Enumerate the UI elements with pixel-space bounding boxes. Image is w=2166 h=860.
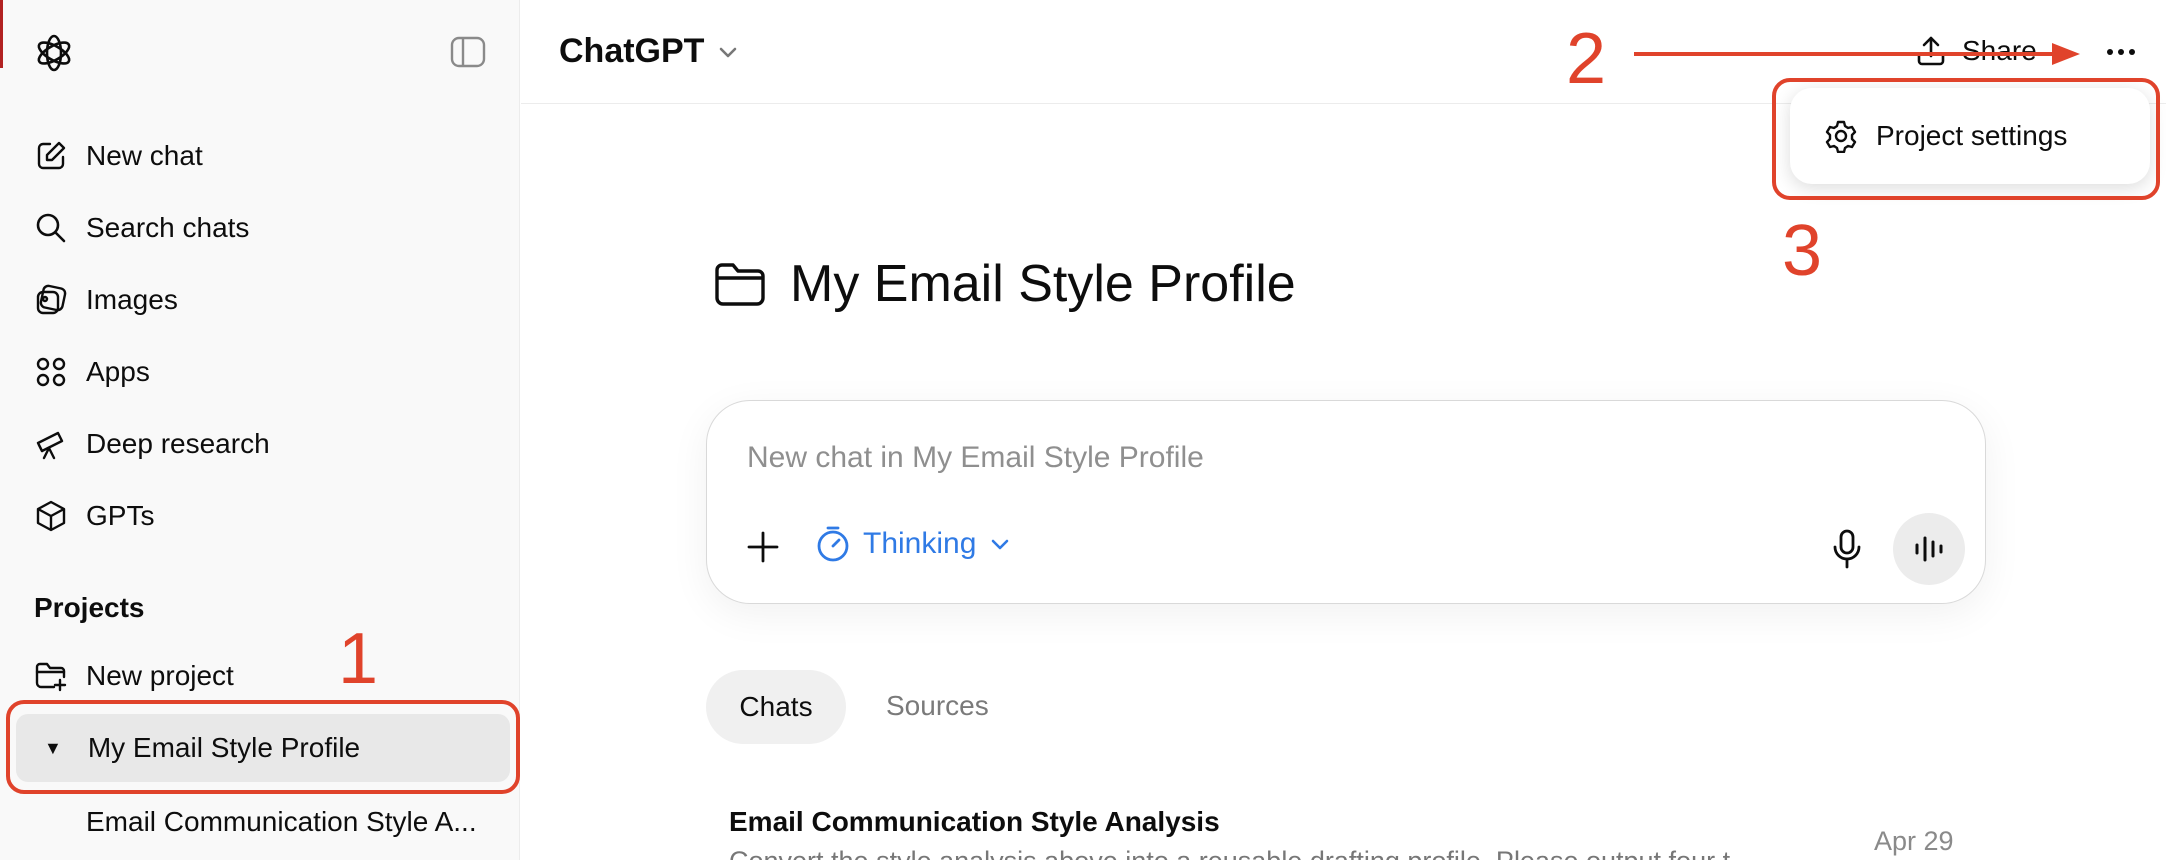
sidebar-item-images[interactable]: Images — [34, 280, 178, 320]
model-selector[interactable]: ChatGPT — [559, 32, 740, 71]
search-icon — [36, 213, 66, 243]
window-edge — [0, 0, 3, 68]
thinking-mode-button[interactable]: Thinking — [815, 525, 1026, 563]
tab-chats[interactable]: Chats — [706, 670, 846, 744]
sidebar-item-deep-research[interactable]: Deep research — [34, 424, 270, 464]
annotation-step-3: 3 — [1782, 211, 1823, 291]
chevron-down-icon — [720, 47, 737, 57]
chat-composer[interactable]: New chat in My Email Style Profile Think… — [706, 400, 1986, 604]
annotation-step-1: 1 — [338, 619, 379, 699]
chat-row-snippet: Convert the style analysis above into a … — [729, 846, 1814, 860]
microphone-icon[interactable] — [1829, 527, 1865, 571]
dot — [2129, 49, 2135, 55]
chevron-down-icon — [992, 539, 1009, 550]
waveform-icon — [1915, 536, 1943, 562]
thinking-label: Thinking — [863, 527, 977, 560]
sidebar-project-chat[interactable]: Email Communication Style A... — [86, 806, 496, 838]
tab-sources[interactable]: Sources — [886, 690, 989, 722]
new-chat-icon — [37, 141, 66, 170]
sidebar-item-label: New chat — [86, 140, 203, 171]
dot — [2107, 49, 2113, 55]
project-title-text: My Email Style Profile — [790, 255, 1296, 313]
annotation-box-project — [6, 700, 520, 794]
annotation-step-2: 2 — [1566, 19, 1607, 99]
apps-icon — [36, 357, 66, 387]
sidebar-item-search-chats[interactable]: Search chats — [34, 208, 249, 248]
sidebar-item-label: Search chats — [86, 212, 250, 243]
projects-heading: Projects — [34, 592, 145, 623]
sidebar-item-label: Images — [86, 284, 178, 315]
more-options-button[interactable] — [2099, 30, 2143, 74]
images-icon — [36, 284, 67, 315]
sidebar-item-label: Deep research — [86, 428, 270, 459]
timer-icon — [817, 526, 849, 562]
composer-input[interactable]: New chat in My Email Style Profile — [747, 441, 1204, 475]
dot — [2118, 49, 2124, 55]
folder-icon — [715, 263, 765, 306]
sidebar-item-label: Apps — [86, 356, 150, 387]
model-label: ChatGPT — [559, 32, 705, 70]
telescope-icon — [36, 431, 64, 460]
sidebar-item-new-project[interactable]: New project — [34, 656, 234, 696]
plus-icon[interactable] — [743, 527, 783, 567]
new-folder-icon — [35, 662, 67, 692]
sidebar-item-label: GPTs — [86, 500, 155, 531]
cube-icon — [36, 500, 66, 532]
sidebar-item-apps[interactable]: Apps — [34, 352, 150, 392]
sidebar-toggle-icon[interactable] — [450, 36, 486, 68]
openai-logo-icon[interactable] — [33, 32, 75, 74]
sidebar-item-new-chat[interactable]: New chat — [34, 136, 203, 176]
sidebar-item-gpts[interactable]: GPTs — [34, 496, 154, 536]
voice-mode-button[interactable] — [1893, 513, 1965, 585]
project-title: My Email Style Profile — [714, 254, 1296, 314]
annotation-arrow — [1634, 43, 2080, 65]
sidebar-item-label: New project — [86, 660, 234, 691]
annotation-box-settings — [1772, 78, 2160, 200]
chat-row-date: Apr 29 — [1874, 826, 1954, 856]
chat-row-title[interactable]: Email Communication Style Analysis — [729, 806, 1220, 838]
